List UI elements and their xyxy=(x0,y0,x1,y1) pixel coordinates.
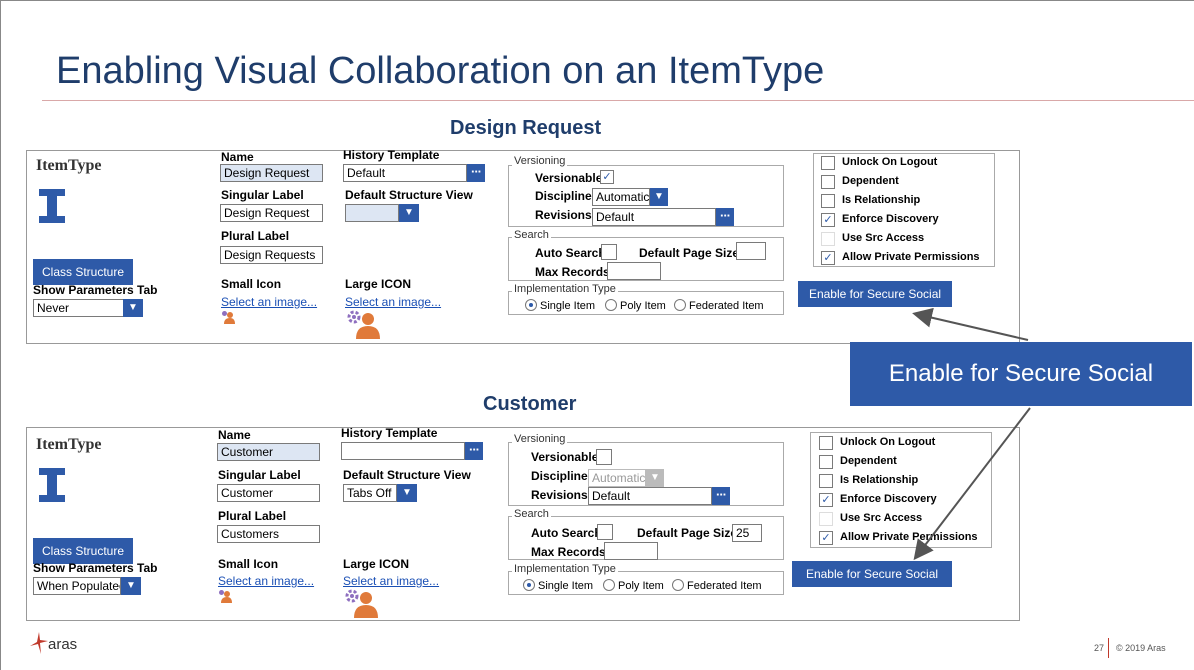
page-number: 27 xyxy=(1094,643,1105,653)
aras-logo: aras xyxy=(30,632,77,654)
slide: Enabling Visual Collaboration on an Item… xyxy=(0,0,1194,670)
aras-logo-text: aras xyxy=(48,636,78,653)
footer-divider xyxy=(1108,638,1109,658)
aras-logo-icon xyxy=(30,632,48,654)
copyright: © 2019 Aras xyxy=(1116,643,1166,653)
arrow-icon xyxy=(912,307,1031,561)
